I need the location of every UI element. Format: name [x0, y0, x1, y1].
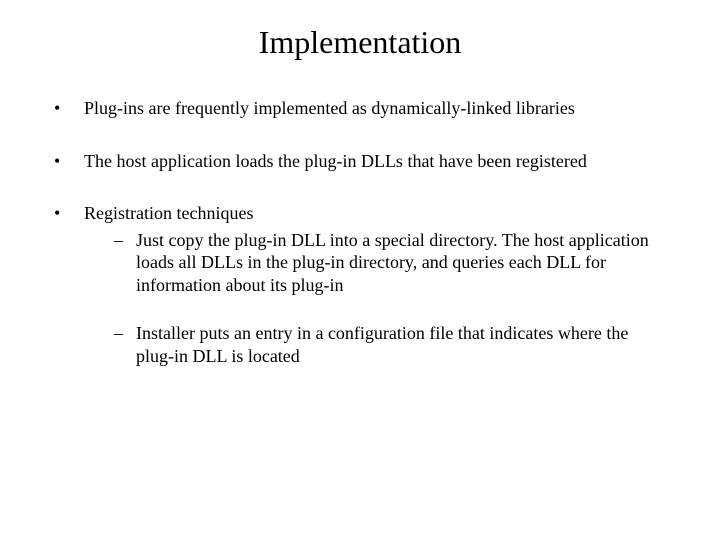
bullet-list: Plug-ins are frequently implemented as d…	[40, 97, 680, 367]
bullet-text: Registration techniques	[84, 203, 253, 223]
bullet-text: Plug-ins are frequently implemented as d…	[84, 98, 575, 118]
page-title: Implementation	[40, 24, 680, 61]
bullet-text: Just copy the plug-in DLL into a special…	[136, 230, 649, 295]
bullet-text: Installer puts an entry in a configurati…	[136, 323, 628, 366]
slide: Implementation Plug-ins are frequently i…	[0, 0, 720, 540]
list-item: Installer puts an entry in a configurati…	[114, 322, 670, 367]
sub-bullet-list: Just copy the plug-in DLL into a special…	[84, 229, 670, 368]
bullet-text: The host application loads the plug-in D…	[84, 151, 587, 171]
list-item: Registration techniques Just copy the pl…	[50, 202, 670, 367]
list-item: Just copy the plug-in DLL into a special…	[114, 229, 670, 297]
list-item: Plug-ins are frequently implemented as d…	[50, 97, 670, 120]
list-item: The host application loads the plug-in D…	[50, 150, 670, 173]
